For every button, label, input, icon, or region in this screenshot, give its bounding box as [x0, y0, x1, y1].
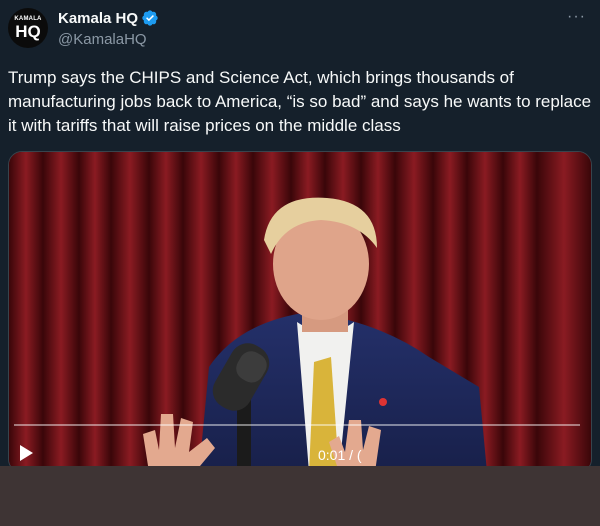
display-name[interactable]: Kamala HQ	[58, 10, 138, 27]
video-player[interactable]	[8, 151, 592, 466]
video-progress-bar[interactable]	[14, 424, 580, 426]
tweet-card: KAMALA HQ Kamala HQ @KamalaHQ ··· Trump …	[0, 0, 600, 466]
tweet-text: Trump says the CHIPS and Science Act, wh…	[8, 68, 592, 135]
avatar-text-big: HQ	[15, 22, 41, 41]
play-icon[interactable]	[20, 445, 33, 461]
video-time-label: 0:01 / (	[318, 447, 362, 463]
avatar[interactable]: KAMALA HQ	[8, 8, 48, 48]
video-frame	[9, 152, 591, 466]
name-row: Kamala HQ	[58, 9, 159, 27]
handle[interactable]: @KamalaHQ	[58, 31, 147, 48]
more-options-icon[interactable]: ···	[567, 8, 586, 26]
verified-badge-icon	[142, 10, 158, 26]
